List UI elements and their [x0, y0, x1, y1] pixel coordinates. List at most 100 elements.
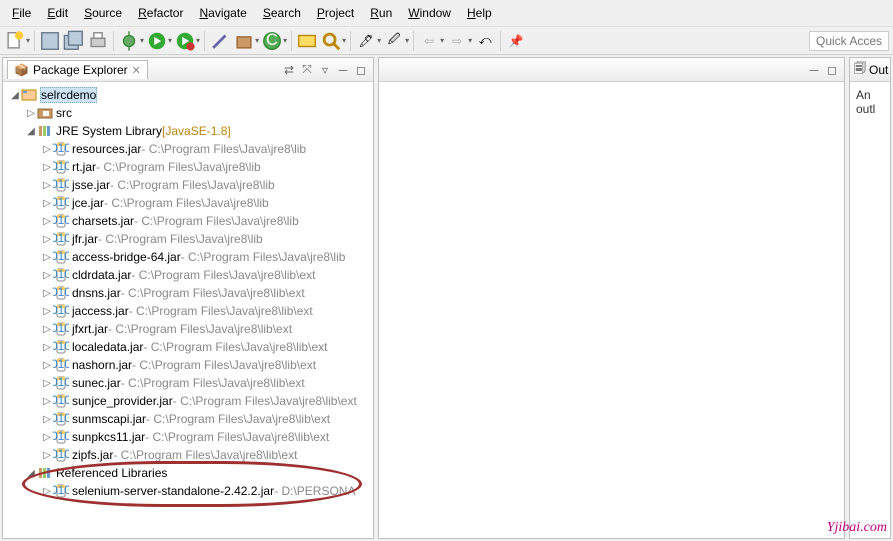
jar-node[interactable]: ▷010sunmscapi.jar - C:\Program Files\Jav…	[5, 410, 371, 428]
menu-run[interactable]: Run	[362, 2, 400, 24]
src-node[interactable]: ▷ src	[5, 104, 371, 122]
expand-icon[interactable]: ▷	[41, 324, 53, 335]
wand-icon[interactable]	[209, 30, 231, 52]
menu-help[interactable]: Help	[459, 2, 500, 24]
expand-icon[interactable]: ▷	[41, 432, 53, 443]
jar-node[interactable]: ▷010jfxrt.jar - C:\Program Files\Java\jr…	[5, 320, 371, 338]
view-menu-icon[interactable]: ▿	[317, 62, 333, 78]
expand-icon[interactable]: ▷	[25, 108, 37, 119]
dropdown-arrow-icon[interactable]: ▾	[140, 36, 144, 45]
expand-icon[interactable]: ▷	[41, 288, 53, 299]
maximize-icon[interactable]: ◻	[824, 62, 840, 78]
dropdown-arrow-icon[interactable]: ▾	[283, 36, 287, 45]
jar-node[interactable]: ▷010sunjce_provider.jar - C:\Program Fil…	[5, 392, 371, 410]
search-icon[interactable]	[320, 30, 342, 52]
menu-file[interactable]: File	[4, 2, 39, 24]
collapse-all-icon[interactable]: ⇄	[281, 62, 297, 78]
save-icon[interactable]	[39, 30, 61, 52]
minimize-icon[interactable]: ─	[335, 62, 351, 78]
next-annotation-icon[interactable]: 🖉	[383, 30, 405, 52]
svg-text:010: 010	[53, 321, 69, 335]
expand-icon[interactable]: ▷	[41, 252, 53, 263]
jar-node[interactable]: ▷010dnsns.jar - C:\Program Files\Java\jr…	[5, 284, 371, 302]
dropdown-arrow-icon[interactable]: ▾	[405, 36, 409, 45]
expand-icon[interactable]: ▷	[41, 414, 53, 425]
expand-icon[interactable]: ◢	[25, 468, 37, 479]
menu-navigate[interactable]: Navigate	[191, 2, 254, 24]
dropdown-arrow-icon[interactable]: ▾	[196, 36, 200, 45]
jar-node[interactable]: ▷010jsse.jar - C:\Program Files\Java\jre…	[5, 176, 371, 194]
back-icon[interactable]: ⇦	[418, 30, 440, 52]
expand-icon[interactable]: ▷	[41, 180, 53, 191]
jar-node[interactable]: ▷010zipfs.jar - C:\Program Files\Java\jr…	[5, 446, 371, 464]
package-explorer-tab[interactable]: 📦 Package Explorer ✕	[7, 60, 148, 79]
run-last-icon[interactable]	[174, 30, 196, 52]
jar-node[interactable]: ▷010cldrdata.jar - C:\Program Files\Java…	[5, 266, 371, 284]
expand-icon[interactable]: ▷	[41, 342, 53, 353]
jar-node[interactable]: ▷010rt.jar - C:\Program Files\Java\jre8\…	[5, 158, 371, 176]
run-icon[interactable]	[146, 30, 168, 52]
forward-icon[interactable]: ⇨	[446, 30, 468, 52]
expand-icon[interactable]: ▷	[41, 234, 53, 245]
expand-icon[interactable]: ▷	[41, 198, 53, 209]
maximize-icon[interactable]: ◻	[353, 62, 369, 78]
dropdown-arrow-icon[interactable]: ▾	[377, 36, 381, 45]
expand-icon[interactable]: ◢	[9, 90, 21, 101]
expand-icon[interactable]: ▷	[41, 162, 53, 173]
jar-node[interactable]: ▷010charsets.jar - C:\Program Files\Java…	[5, 212, 371, 230]
dropdown-arrow-icon[interactable]: ▾	[342, 36, 346, 45]
toolbar: ▾ ▾ ▾ ▾ ▾ C▾ ▾ 🖊▾ 🖉▾ ⇦▾ ⇨▾ ⤺ 📌	[0, 27, 893, 55]
new-icon[interactable]	[4, 30, 26, 52]
expand-icon[interactable]: ▷	[41, 378, 53, 389]
menu-window[interactable]: Window	[400, 2, 459, 24]
jar-node[interactable]: ▷010localedata.jar - C:\Program Files\Ja…	[5, 338, 371, 356]
menu-edit[interactable]: Edit	[39, 2, 76, 24]
expand-icon[interactable]: ▷	[41, 450, 53, 461]
dropdown-arrow-icon[interactable]: ▾	[168, 36, 172, 45]
referenced-libraries-node[interactable]: ◢ Referenced Libraries	[5, 464, 371, 482]
jar-path: - C:\Program Files\Java\jre8\lib\ext	[146, 412, 330, 426]
new-class-icon[interactable]: C	[261, 30, 283, 52]
jar-node[interactable]: ▷010jaccess.jar - C:\Program Files\Java\…	[5, 302, 371, 320]
jar-icon: 010	[53, 375, 69, 391]
menu-project[interactable]: Project	[309, 2, 362, 24]
menu-search[interactable]: Search	[255, 2, 309, 24]
save-all-icon[interactable]	[63, 30, 85, 52]
minimize-icon[interactable]: ─	[806, 62, 822, 78]
menu-source[interactable]: Source	[76, 2, 130, 24]
print-icon[interactable]	[87, 30, 109, 52]
project-node[interactable]: ◢ selrcdemo	[5, 86, 371, 104]
expand-icon[interactable]: ▷	[41, 306, 53, 317]
jar-node[interactable]: ▷010jce.jar - C:\Program Files\Java\jre8…	[5, 194, 371, 212]
last-edit-icon[interactable]: ⤺	[474, 30, 496, 52]
jar-node[interactable]: ▷010selenium-server-standalone-2.42.2.ja…	[5, 482, 371, 500]
open-type-icon[interactable]	[296, 30, 318, 52]
close-icon[interactable]: ✕	[132, 64, 141, 77]
jar-node[interactable]: ▷010resources.jar - C:\Program Files\Jav…	[5, 140, 371, 158]
dropdown-arrow-icon[interactable]: ▾	[468, 36, 472, 45]
expand-icon[interactable]: ◢	[25, 126, 37, 137]
expand-icon[interactable]: ▷	[41, 396, 53, 407]
jar-node[interactable]: ▷010nashorn.jar - C:\Program Files\Java\…	[5, 356, 371, 374]
dropdown-arrow-icon[interactable]: ▾	[255, 36, 259, 45]
jre-library-node[interactable]: ◢ JRE System Library [JavaSE-1.8]	[5, 122, 371, 140]
jar-node[interactable]: ▷010jfr.jar - C:\Program Files\Java\jre8…	[5, 230, 371, 248]
expand-icon[interactable]: ▷	[41, 216, 53, 227]
quick-access-input[interactable]	[809, 31, 889, 51]
menu-refactor[interactable]: Refactor	[130, 2, 191, 24]
expand-icon[interactable]: ▷	[41, 270, 53, 281]
svg-text:010: 010	[53, 159, 69, 173]
dropdown-arrow-icon[interactable]: ▾	[26, 36, 30, 45]
pin-icon[interactable]: 📌	[505, 30, 527, 52]
dropdown-arrow-icon[interactable]: ▾	[440, 36, 444, 45]
jar-node[interactable]: ▷010sunec.jar - C:\Program Files\Java\jr…	[5, 374, 371, 392]
expand-icon[interactable]: ▷	[41, 360, 53, 371]
debug-icon[interactable]	[118, 30, 140, 52]
link-editor-icon[interactable]: ⤧	[299, 62, 315, 78]
jar-node[interactable]: ▷010sunpkcs11.jar - C:\Program Files\Jav…	[5, 428, 371, 446]
toggle-mark-icon[interactable]: 🖊	[355, 30, 377, 52]
jar-node[interactable]: ▷010access-bridge-64.jar - C:\Program Fi…	[5, 248, 371, 266]
new-package-icon[interactable]	[233, 30, 255, 52]
expand-icon[interactable]: ▷	[41, 144, 53, 155]
expand-icon[interactable]: ▷	[41, 486, 53, 497]
